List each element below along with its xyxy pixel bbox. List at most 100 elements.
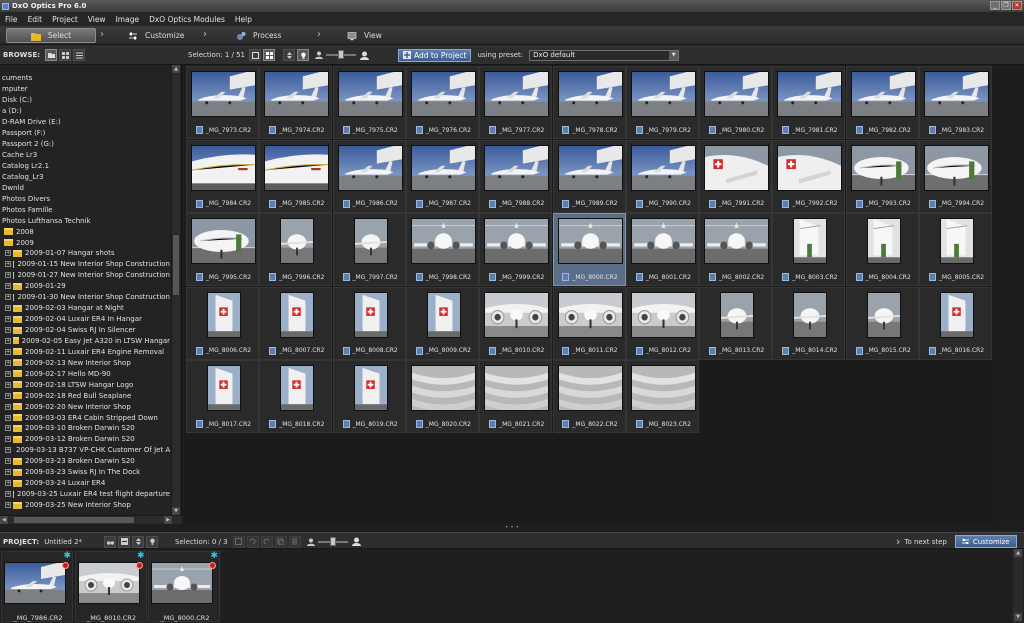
photo-thumbnail[interactable] <box>353 291 388 338</box>
expand-icon[interactable]: + <box>5 425 11 432</box>
folder-tree-item[interactable]: 2008 <box>0 226 170 237</box>
folder-tree-item[interactable]: Photos Famille <box>0 204 170 215</box>
thumbnail-cell[interactable]: _MG_8007.CR2 <box>259 286 333 360</box>
menu-item-dxo-optics-modules[interactable]: DxO Optics Modules <box>144 15 230 24</box>
expand-icon[interactable]: + <box>5 305 11 312</box>
folder-view-button[interactable] <box>45 49 58 61</box>
folder-tree-item[interactable]: +2009-02-13 New Interior Shop <box>0 357 170 368</box>
folder-tree-item[interactable]: +2009-03-10 Broken Darwin S20 <box>0 423 170 434</box>
thumbnail-cell[interactable]: _MG_8011.CR2 <box>552 286 626 360</box>
project-item[interactable]: ✱ _MG_8000.CR2 <box>148 551 220 622</box>
photo-thumbnail[interactable] <box>630 218 696 264</box>
thumbnail-cell[interactable]: _MG_8005.CR2 <box>919 213 992 286</box>
thumbnail-cell[interactable]: _MG_7975.CR2 <box>332 66 406 139</box>
customize-next-button[interactable]: Customize <box>954 535 1017 548</box>
thumbnail-cell[interactable]: _MG_8022.CR2 <box>552 360 626 433</box>
folder-tree-item[interactable]: Disk (C:) <box>0 95 170 106</box>
copy-settings-button[interactable] <box>274 535 287 548</box>
photo-thumbnail[interactable] <box>191 144 256 191</box>
thumbnail-cell[interactable]: _MG_7983.CR2 <box>919 66 992 139</box>
thumbnail-cell[interactable]: _MG_8023.CR2 <box>625 360 699 433</box>
thumbnail-cell[interactable]: _MG_7980.CR2 <box>699 66 773 139</box>
expand-icon[interactable]: + <box>5 327 11 334</box>
thumbnail-cell[interactable]: _MG_7974.CR2 <box>259 66 333 139</box>
folder-tree-item[interactable]: D-RAM Drive (E:) <box>0 117 170 128</box>
thumbnail-cell[interactable]: _MG_8000.CR2 <box>552 213 626 286</box>
step-select[interactable]: Select <box>6 28 96 43</box>
expand-icon[interactable]: + <box>5 337 11 344</box>
scroll-up-icon[interactable]: ▲ <box>172 65 180 73</box>
thumbnail-cell[interactable]: _MG_7989.CR2 <box>552 139 626 213</box>
folder-tree-item[interactable]: Photos Lufthansa Technik <box>0 215 170 226</box>
folder-tree-item[interactable]: +2009-03-25 Luxair ER4 test flight depar… <box>0 489 170 500</box>
photo-thumbnail[interactable] <box>557 71 623 117</box>
folder-tree-item[interactable]: +2009-01-29 <box>0 281 170 292</box>
expand-icon[interactable]: + <box>5 458 11 465</box>
thumbnail-cell[interactable]: _MG_7979.CR2 <box>625 66 699 139</box>
expand-icon[interactable]: + <box>5 392 11 399</box>
photo-thumbnail[interactable] <box>630 144 696 191</box>
expand-icon[interactable]: + <box>5 447 11 454</box>
thumbnail-cell[interactable]: _MG_7978.CR2 <box>552 66 626 139</box>
thumbnail-cell[interactable]: _MG_8004.CR2 <box>845 213 919 286</box>
thumbnail-cell[interactable]: _MG_8006.CR2 <box>186 286 259 360</box>
photo-thumbnail[interactable] <box>191 71 256 117</box>
menu-item-view[interactable]: View <box>83 15 111 24</box>
scroll-thumb[interactable] <box>14 517 134 523</box>
photo-thumbnail[interactable] <box>704 144 770 191</box>
redo-button[interactable] <box>260 535 273 548</box>
thumbnail-cell[interactable]: _MG_7981.CR2 <box>772 66 846 139</box>
expand-icon[interactable]: + <box>5 272 11 279</box>
expand-icon[interactable]: + <box>5 250 11 257</box>
project-remove-button[interactable] <box>118 535 130 548</box>
photo-thumbnail[interactable] <box>793 291 828 338</box>
grid-view-button[interactable] <box>59 49 72 61</box>
folder-tree-item[interactable]: +2009-03-03 ER4 Cabin Stripped Down <box>0 412 170 423</box>
project-item[interactable]: ✱ _MG_7986.CR2 <box>1 551 73 622</box>
folder-tree-item[interactable]: mputer <box>0 84 170 95</box>
expand-icon[interactable]: + <box>5 381 11 388</box>
expand-icon[interactable]: + <box>5 502 11 509</box>
photo-thumbnail[interactable] <box>777 71 843 117</box>
thumbnail-cell[interactable]: _MG_7973.CR2 <box>186 66 259 139</box>
photo-thumbnail[interactable] <box>280 365 315 411</box>
undo-button[interactable] <box>246 535 259 548</box>
thumbnail-cell[interactable]: _MG_7992.CR2 <box>772 139 846 213</box>
photo-thumbnail[interactable] <box>353 218 388 264</box>
thumbnail-cell[interactable]: _MG_7990.CR2 <box>625 139 699 213</box>
menu-item-project[interactable]: Project <box>47 15 83 24</box>
thumbnail-cell[interactable]: _MG_7991.CR2 <box>699 139 773 213</box>
folder-tree-item[interactable]: +2009-02-20 New Interior Shop <box>0 401 170 412</box>
filter-button[interactable] <box>297 49 310 61</box>
folder-tree-item[interactable]: 2009 <box>0 237 170 248</box>
expand-icon[interactable]: + <box>5 316 11 323</box>
restore-icon[interactable]: ❐ <box>1001 1 1011 10</box>
photo-thumbnail[interactable] <box>630 71 696 117</box>
folder-tree-item[interactable]: +2009-02-03 Hangar at Night <box>0 303 170 314</box>
project-thumbnail[interactable] <box>151 562 213 604</box>
project-single-view-button[interactable] <box>232 535 245 548</box>
thumbnail-cell[interactable]: _MG_8018.CR2 <box>259 360 333 433</box>
thumbnail-cell[interactable]: _MG_8021.CR2 <box>479 360 553 433</box>
thumbnail-cell[interactable]: _MG_8015.CR2 <box>845 286 919 360</box>
panel-splitter[interactable]: • • • <box>0 525 1024 532</box>
folder-tree-item[interactable]: +2009-02-11 Luxair ER4 Engine Removal <box>0 346 170 357</box>
folder-tree-item[interactable]: cuments <box>0 73 170 84</box>
menu-item-help[interactable]: Help <box>230 15 257 24</box>
dropdown-arrow-icon[interactable]: ▼ <box>669 50 679 60</box>
thumbnail-cell[interactable]: _MG_7986.CR2 <box>332 139 406 213</box>
thumbnail-cell[interactable]: _MG_7994.CR2 <box>919 139 992 213</box>
folder-tree-item[interactable]: Passport 2 (G:) <box>0 139 170 150</box>
expand-icon[interactable]: + <box>5 359 11 366</box>
folder-tree-item[interactable]: Catalog Lr2.1 <box>0 161 170 172</box>
expand-icon[interactable]: + <box>5 414 11 421</box>
project-binoculars-button[interactable] <box>104 535 116 548</box>
folder-tree-item[interactable]: +2009-01-27 New Interior Shop Constructi… <box>0 270 170 281</box>
thumbnail-cell[interactable]: _MG_7985.CR2 <box>259 139 333 213</box>
thumbnail-size-slider[interactable] <box>326 50 357 59</box>
photo-thumbnail[interactable] <box>207 365 241 411</box>
thumbnail-cell[interactable]: _MG_7998.CR2 <box>405 213 479 286</box>
thumbnail-cell[interactable]: _MG_8001.CR2 <box>625 213 699 286</box>
folder-tree-item[interactable]: +2009-02-05 Easy Jet A320 in LTSW Hangar <box>0 336 170 347</box>
photo-thumbnail[interactable] <box>940 218 974 264</box>
